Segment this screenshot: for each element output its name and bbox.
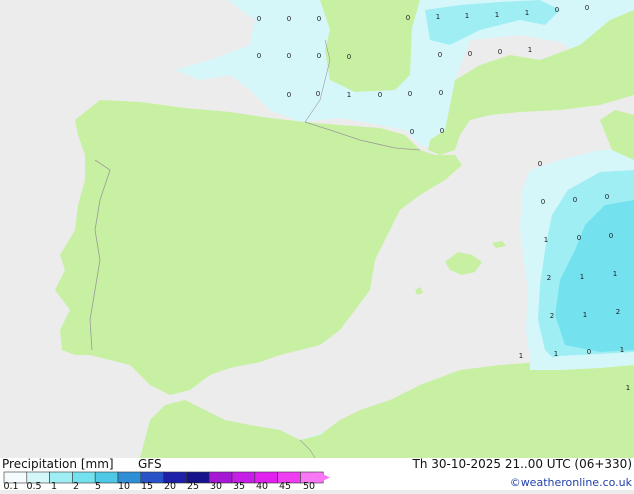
- legend-tick-label: 50: [303, 481, 315, 490]
- precip-value-label: 0: [438, 51, 442, 59]
- precip-value-label: 0: [468, 50, 472, 58]
- legend-tick-label: 40: [256, 481, 268, 490]
- precip-value-label: 1: [583, 311, 587, 319]
- legend-tick-label: 25: [187, 481, 199, 490]
- legend-tick-label: 45: [279, 481, 291, 490]
- precip-value-label: 1: [465, 12, 469, 20]
- precip-value-label: 2: [550, 312, 554, 320]
- precip-value-label: 1: [495, 11, 499, 19]
- legend-tick-label: 2: [73, 481, 79, 490]
- precip-value-label: 0: [408, 90, 412, 98]
- precip-value-label: 0: [605, 193, 609, 201]
- precip-value-label: 2: [547, 274, 551, 282]
- precip-value-label: 1: [580, 273, 584, 281]
- legend-tick-label: 0.5: [26, 481, 41, 490]
- precip-value-label: 0: [440, 127, 444, 135]
- precip-value-label: 0: [287, 15, 291, 23]
- precip-value-label: 0: [378, 91, 382, 99]
- precip-value-label: 0: [609, 232, 613, 240]
- precip-value-label: 0: [347, 53, 351, 61]
- precip-value-label: 0: [573, 196, 577, 204]
- legend-tick-label: 1: [51, 481, 57, 490]
- precip-value-label: 1: [347, 91, 351, 99]
- legend-tick-label: 0.1: [3, 481, 18, 490]
- precip-value-label: 1: [620, 346, 624, 354]
- legend-svg: 0.1 0.5 1 2 5 10 15 20 25 30 35 40 45 50 Precipitatio…: [2, 457, 633, 492]
- legend-tick-label: 20: [164, 481, 176, 490]
- precip-value-label: 0: [577, 234, 581, 242]
- precip-value-label: 1: [525, 9, 529, 17]
- precip-value-label: 1: [544, 236, 548, 244]
- precip-value-label: 0: [439, 89, 443, 97]
- precip-value-label: 0: [317, 52, 321, 60]
- precip-value-label: 2: [616, 308, 620, 316]
- precip-value-label: 1: [626, 384, 630, 392]
- precip-value-label: 1: [528, 46, 532, 54]
- precip-value-label: 1: [554, 350, 558, 358]
- legend-tick-label: 5: [95, 481, 101, 490]
- precip-value-label: 0: [538, 160, 542, 168]
- legend-tick-label: 15: [141, 481, 153, 490]
- precip-value-label: 1: [613, 270, 617, 278]
- legend-arrow: [318, 472, 330, 483]
- precip-value-label: 0: [287, 91, 291, 99]
- precip-value-label: 0: [555, 6, 559, 14]
- legend-tick-label: 30: [210, 481, 222, 490]
- precip-value-label: 0: [317, 15, 321, 23]
- weather-map-view: 0000111100000000010010000000001002112121…: [0, 0, 634, 492]
- precip-value-label: 1: [436, 13, 440, 21]
- precip-value-label: 0: [257, 52, 261, 60]
- legend-tick-label: 35: [233, 481, 245, 490]
- precip-value-label: 1: [519, 352, 523, 360]
- precip-value-label: 0: [316, 90, 320, 98]
- credit-text: ©weatheronline.co.uk: [510, 476, 633, 489]
- precip-value-label: 0: [410, 128, 414, 136]
- precip-value-label: 0: [585, 4, 589, 12]
- valid-time: Th 30-10-2025 21..00 UTC (06+330): [412, 458, 632, 471]
- precip-value-label: 0: [406, 14, 410, 22]
- model-name: GFS: [138, 458, 162, 471]
- map-title: Precipitation [mm]: [2, 458, 114, 471]
- precip-value-label: 0: [287, 52, 291, 60]
- precip-value-label: 0: [587, 348, 591, 356]
- precip-value-label: 0: [498, 48, 502, 56]
- precip-value-label: 0: [541, 198, 545, 206]
- precip-value-label: 0: [257, 15, 261, 23]
- legend-tick-label: 10: [118, 481, 130, 490]
- precipitation-map: 0 0 0 0 1 1 1 1 0 0 0 0 0 0 0 0 0 1 0 0 1 0 0 0 0 0 0 0 0 0 1 0 0 2 1 1 2 1 2 1…: [0, 0, 634, 458]
- legend-bar: 0.1 0.5 1 2 5 10 15 20 25 30 35 40 45 50 Precipitatio…: [0, 457, 634, 492]
